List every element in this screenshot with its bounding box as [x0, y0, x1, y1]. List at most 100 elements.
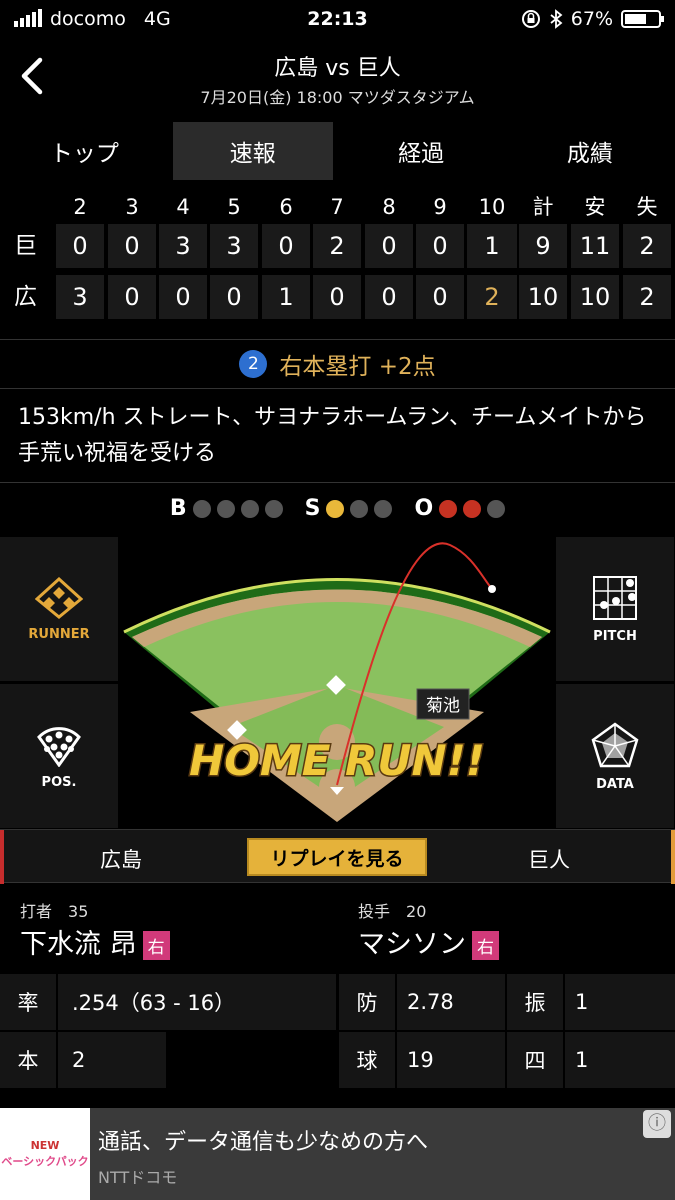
ad-info-icon[interactable]: ⓘ	[643, 1110, 671, 1138]
matchup-players: 打者 35 下水流 昂右 投手 20 マシソン右	[0, 884, 675, 972]
score-cell: 0	[262, 224, 310, 268]
ad-banner[interactable]: NEW ベーシックパック 通話、データ通信も少なめの方へ NTTドコモ ⓘ	[0, 1108, 675, 1200]
stat-value: 19	[397, 1032, 505, 1088]
away-team-color	[671, 830, 675, 884]
strike-dot	[374, 499, 393, 518]
tab-top[interactable]: トップ	[0, 122, 169, 180]
home-team-color	[0, 830, 4, 884]
errors-cell: 2	[623, 275, 671, 319]
data-button[interactable]: DATA	[556, 684, 674, 828]
hits-cell: 11	[571, 224, 619, 268]
errors-cell: 2	[623, 224, 671, 268]
stat-key: 防	[339, 974, 395, 1030]
baseball-field-graphic: 菊池 HOME RUN!!	[120, 542, 554, 827]
strike-dot	[326, 499, 345, 518]
battery-percent: 67%	[570, 8, 613, 30]
score-cell: 0	[365, 275, 413, 319]
tab-progress[interactable]: 経過	[337, 122, 506, 180]
score-cell: 0	[313, 275, 361, 319]
stat-value: .254（63 - 16）	[58, 974, 336, 1030]
hits-header: 安	[584, 195, 606, 219]
strike-zone-icon	[593, 575, 637, 620]
score-cell: 0	[56, 224, 104, 268]
out-dot	[487, 499, 506, 518]
out-dot	[463, 499, 482, 518]
strike-dot	[350, 499, 369, 518]
home-run-banner: HOME RUN!!	[189, 736, 485, 785]
score-cell: 0	[416, 275, 464, 319]
positions-icon	[37, 726, 81, 767]
batter-role: 打者 35	[20, 898, 88, 922]
stat-value: 2.78	[397, 974, 505, 1030]
positions-button[interactable]: POS.	[0, 684, 118, 828]
game-info: 7月20日(金) 18:00 マツダスタジアム	[200, 88, 475, 107]
score-cell: 0	[159, 275, 207, 319]
tab-bar: トップ 速報 経過 成績	[0, 122, 675, 180]
stat-value: 2	[58, 1032, 166, 1088]
ad-source: NTTドコモ	[98, 1168, 178, 1187]
pitch-label: PITCH	[593, 628, 637, 644]
score-cell: 3	[210, 224, 258, 268]
ball-dot	[216, 499, 235, 518]
score-cell: 0	[108, 224, 156, 268]
page-title: 広島 vs 巨人	[274, 56, 401, 81]
battery-icon	[621, 10, 664, 28]
batter-name: 下水流 昂	[20, 929, 137, 960]
runner-label: RUNNER	[28, 626, 90, 642]
ball-strike-out-count: B S O	[0, 482, 675, 534]
radar-chart-icon	[591, 721, 639, 767]
play-result-text: 右本塁打 +2点	[279, 354, 436, 380]
diamond-runner-icon	[35, 576, 83, 619]
team-bar: 広島 リプレイを見る 巨人	[0, 829, 675, 884]
inning-header: 8	[382, 195, 396, 219]
out-dot	[439, 499, 458, 518]
inning-header: 6	[279, 195, 293, 219]
bluetooth-icon	[550, 9, 563, 29]
status-bar: docomo 4G 22:13 67%	[0, 0, 675, 40]
away-team-name: 巨人	[528, 848, 570, 872]
inning-header: 7	[330, 195, 344, 219]
team-abbr: 巨	[14, 233, 37, 259]
batter-role-label: 打者	[20, 902, 53, 921]
data-label: DATA	[596, 776, 634, 792]
inning-header: 3	[125, 195, 139, 219]
score-cell: 0	[365, 224, 413, 268]
runner-button[interactable]: RUNNER	[0, 537, 118, 681]
play-description: 153km/h ストレート、サヨナラホームラン、チームメイトから手荒い祝福を受け…	[18, 405, 647, 466]
pitcher-name: マシソン	[358, 929, 466, 960]
score-cell: 1	[467, 224, 517, 268]
home-team-name: 広島	[100, 848, 142, 872]
score-row-giants: 巨 0 0 3 3 0 2 0 0 1 9 11 2	[0, 224, 675, 270]
pitcher-number: 20	[406, 902, 427, 921]
play-number-badge: 2	[239, 350, 268, 378]
outs-label: O	[414, 496, 434, 521]
score-cell: 2	[313, 224, 361, 268]
ball-dot	[192, 499, 211, 518]
stat-key: 球	[339, 1032, 395, 1088]
nav-header: 広島 vs 巨人 7月20日(金) 18:00 マツダスタジアム	[0, 44, 675, 114]
stat-key: 四	[507, 1032, 563, 1088]
score-cell: 1	[262, 275, 310, 319]
inning-header: 4	[176, 195, 190, 219]
rotation-lock-icon	[521, 10, 540, 28]
field-diagram: 菊池 HOME RUN!!	[120, 537, 554, 827]
replay-button[interactable]: リプレイを見る	[247, 838, 427, 876]
tab-live[interactable]: 速報	[172, 122, 333, 180]
batter-name-row[interactable]: 下水流 昂右	[20, 922, 170, 961]
pitcher-hand-badge: 右	[472, 931, 499, 960]
stat-key: 本	[0, 1032, 56, 1088]
inning-header: 2	[73, 195, 87, 219]
stat-key: 率	[0, 974, 56, 1030]
outs-group: O	[414, 496, 506, 521]
ad-image-badge: NEW	[30, 1139, 60, 1152]
batter-hand-badge: 右	[142, 931, 170, 960]
total-runs-cell: 10	[519, 275, 567, 319]
score-cell: 0	[108, 275, 156, 319]
score-row-carp: 広 3 0 0 0 1 0 0 0 2 10 10 2	[0, 275, 675, 321]
pitcher-name-row[interactable]: マシソン右	[358, 922, 499, 961]
team-abbr: 広	[14, 284, 37, 310]
tab-stats[interactable]: 成績	[506, 122, 675, 180]
balls-label: B	[169, 496, 187, 521]
pitch-button[interactable]: PITCH	[556, 537, 674, 681]
ad-title: 通話、データ通信も少なめの方へ	[98, 1130, 429, 1155]
